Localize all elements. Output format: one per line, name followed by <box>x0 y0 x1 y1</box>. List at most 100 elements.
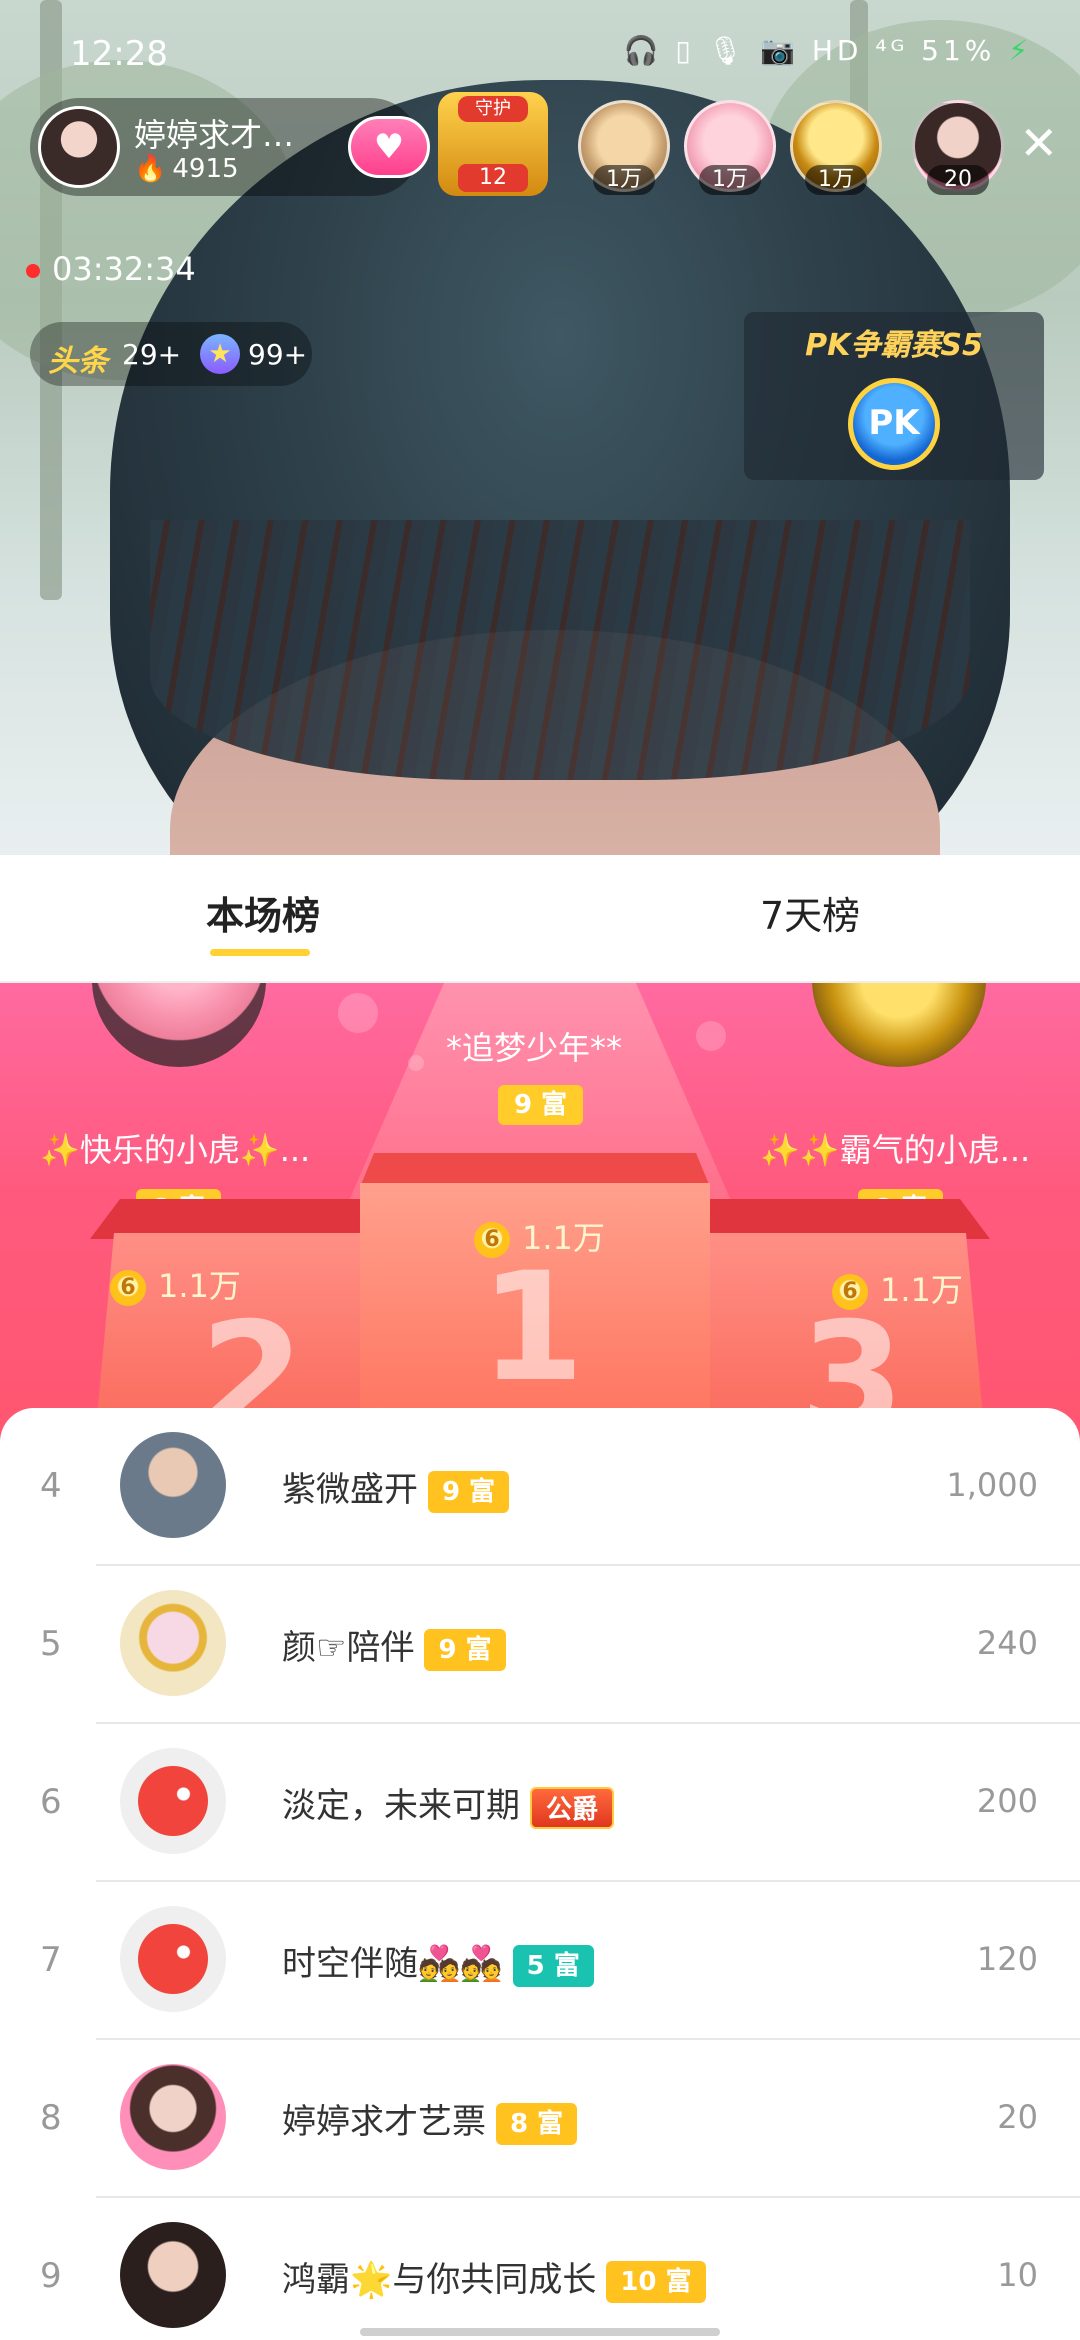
gift-badge-truck[interactable]: 1万 <box>790 100 882 195</box>
list-item[interactable]: 5 颜☞陪伴 9 富 240 <box>0 1566 1080 1724</box>
list-user: 紫微盛开 9 富 <box>282 1462 510 1513</box>
host-hot-count: 4915 <box>172 154 239 184</box>
list-user-name: 时空伴随💑💑 <box>282 1944 503 1984</box>
gift-badge-bears[interactable]: 1万 <box>578 100 670 195</box>
status-time: 12:28 <box>70 34 168 74</box>
pk-button[interactable]: PK <box>848 378 940 470</box>
avatar[interactable] <box>120 2064 226 2170</box>
ranking-list: 4 紫微盛开 9 富 1,000 5 颜☞陪伴 9 富 240 6 淡定，未来可期公… <box>0 1408 1080 2340</box>
vibrate-icon: ▯ <box>675 34 695 67</box>
avatar[interactable] <box>120 1748 226 1854</box>
list-rank: 9 <box>40 2256 62 2296</box>
list-item[interactable]: 7 时空伴随💑💑 5 富 120 <box>0 1882 1080 2040</box>
second-place-coin-value: 1.1万 <box>158 1267 241 1305</box>
list-rank: 8 <box>40 2098 62 2138</box>
headline-rank-pill[interactable]: 头条 29+ ★ 99+ <box>30 322 312 386</box>
tab-this-show[interactable]: 本场榜 <box>206 885 320 940</box>
live-duration-text: 03:32:34 <box>52 250 196 288</box>
fire-icon: 🔥 <box>134 154 167 184</box>
gift-badge-flowers[interactable]: 1万 <box>684 100 776 195</box>
list-user-name: 鸿霸🌟与你共同成长 <box>282 2260 597 2300</box>
streamer-bangs <box>150 520 970 780</box>
list-user-name: 淡定，未来可期 <box>282 1786 520 1826</box>
rich-badge: 10 富 <box>606 2260 706 2303</box>
third-place-avatar[interactable] <box>812 983 986 1067</box>
noble-badge: 公爵 <box>530 1786 615 1829</box>
second-place-avatar[interactable] <box>92 983 266 1067</box>
follow-button[interactable]: ♥ <box>348 116 430 178</box>
first-place-coin-value: 1.1万 <box>522 1219 605 1257</box>
pk-panel[interactable]: PK争霸赛S5 PK <box>744 312 1044 480</box>
guard-label: 守护 <box>458 96 528 122</box>
list-rank: 7 <box>40 1940 62 1980</box>
first-place-rich-badge: 9 富 <box>498 1085 584 1125</box>
viewer-avatar[interactable]: 20 <box>912 100 1004 195</box>
decor-bubble <box>408 1055 424 1071</box>
camera-icon: 📷 <box>760 34 799 67</box>
podium-rank-first: 1 <box>480 1241 585 1415</box>
ranking-tabs: 本场榜 7天榜 <box>0 855 1080 983</box>
avatar[interactable] <box>120 1590 226 1696</box>
headline-label: 头条 <box>48 344 108 379</box>
pk-title: PK争霸赛S5 <box>805 328 983 363</box>
list-score: 120 <box>976 1940 1038 1978</box>
list-score: 20 <box>997 2098 1038 2136</box>
viewer-count: 20 <box>927 165 989 195</box>
mic-icon: 🎙 <box>707 34 748 67</box>
star-icon: ★ <box>200 334 240 374</box>
charging-icon: ⚡ <box>1008 34 1032 67</box>
coin-icon: 6 <box>474 1222 510 1258</box>
third-place-name[interactable]: ✨✨霸气的小虎... <box>760 1125 1030 1171</box>
list-user: 鸿霸🌟与你共同成长 10 富 <box>282 2252 706 2303</box>
second-place-name[interactable]: ✨快乐的小虎✨... <box>40 1125 310 1171</box>
second-place-coins: 6 1.1万 <box>110 1261 241 1307</box>
live-video[interactable]: 12:28 🎧 ▯ 🎙 📷 HD ⁴ᴳ 51% ⚡ 婷婷求才… 🔥 4915 ♥ … <box>0 0 1080 855</box>
list-item[interactable]: 4 紫微盛开 9 富 1,000 <box>0 1408 1080 1566</box>
home-indicator[interactable] <box>360 2328 720 2336</box>
guard-count: 12 <box>458 164 528 192</box>
status-icons: 🎧 ▯ 🎙 📷 HD ⁴ᴳ 51% ⚡ <box>624 34 1032 67</box>
decor-bubble <box>696 1021 726 1051</box>
list-rank: 6 <box>40 1782 62 1822</box>
star-count: 99+ <box>248 338 308 371</box>
close-icon[interactable]: ✕ <box>1019 120 1058 166</box>
list-score: 200 <box>976 1782 1038 1820</box>
avatar[interactable] <box>120 1906 226 2012</box>
rich-badge: 9 富 <box>424 1628 506 1671</box>
rich-badge: 9 富 <box>428 1470 510 1513</box>
list-item[interactable]: 6 淡定，未来可期 公爵 200 <box>0 1724 1080 1882</box>
first-place-coins: 6 1.1万 <box>474 1213 605 1259</box>
active-tab-indicator <box>210 949 310 956</box>
list-item[interactable]: 8 婷婷求才艺票 8 富 20 <box>0 2040 1080 2198</box>
first-place-name[interactable]: *追梦少年** <box>446 1023 622 1069</box>
third-place-coin-value: 1.1万 <box>880 1271 963 1309</box>
list-rank: 5 <box>40 1624 62 1664</box>
avatar[interactable] <box>120 1432 226 1538</box>
third-place-coins: 6 1.1万 <box>832 1265 963 1311</box>
coin-icon: 6 <box>832 1274 868 1310</box>
live-dot-icon <box>26 264 40 278</box>
list-user: 颜☞陪伴 9 富 <box>282 1620 506 1671</box>
status-network-text: HD ⁴ᴳ 51% <box>811 34 996 67</box>
tab-seven-days[interactable]: 7天榜 <box>760 885 860 940</box>
host-name: 婷婷求才… <box>134 116 295 154</box>
status-bar: 12:28 🎧 ▯ 🎙 📷 HD ⁴ᴳ 51% ⚡ <box>0 0 1080 100</box>
host-info[interactable]: 婷婷求才… 🔥 4915 ♥ <box>30 98 430 196</box>
list-user-name: 紫微盛开 <box>282 1470 418 1510</box>
rich-badge: 8 富 <box>496 2102 578 2145</box>
guard-badge[interactable]: 守护 12 <box>438 92 548 196</box>
top-three-podium: ✨快乐的小虎✨... 8 富 *追梦少年** 9 富 ✨✨霸气的小虎... 8 … <box>0 983 1080 1443</box>
headline-count: 29+ <box>122 338 182 371</box>
list-user-name: 颜☞陪伴 <box>282 1628 415 1668</box>
list-user: 婷婷求才艺票 8 富 <box>282 2094 578 2145</box>
coin-icon: 6 <box>110 1270 146 1306</box>
list-user-name: 婷婷求才艺票 <box>282 2102 486 2142</box>
list-user: 时空伴随💑💑 5 富 <box>282 1936 594 1987</box>
avatar[interactable] <box>120 2222 226 2328</box>
list-item[interactable]: 9 鸿霸🌟与你共同成长 10 富 10 <box>0 2198 1080 2340</box>
live-room-screen: 12:28 🎧 ▯ 🎙 📷 HD ⁴ᴳ 51% ⚡ 婷婷求才… 🔥 4915 ♥ … <box>0 0 1080 2340</box>
podium-block-first-top <box>360 1153 710 1187</box>
list-rank: 4 <box>40 1466 62 1506</box>
host-avatar[interactable] <box>38 106 120 188</box>
list-score: 10 <box>997 2256 1038 2294</box>
